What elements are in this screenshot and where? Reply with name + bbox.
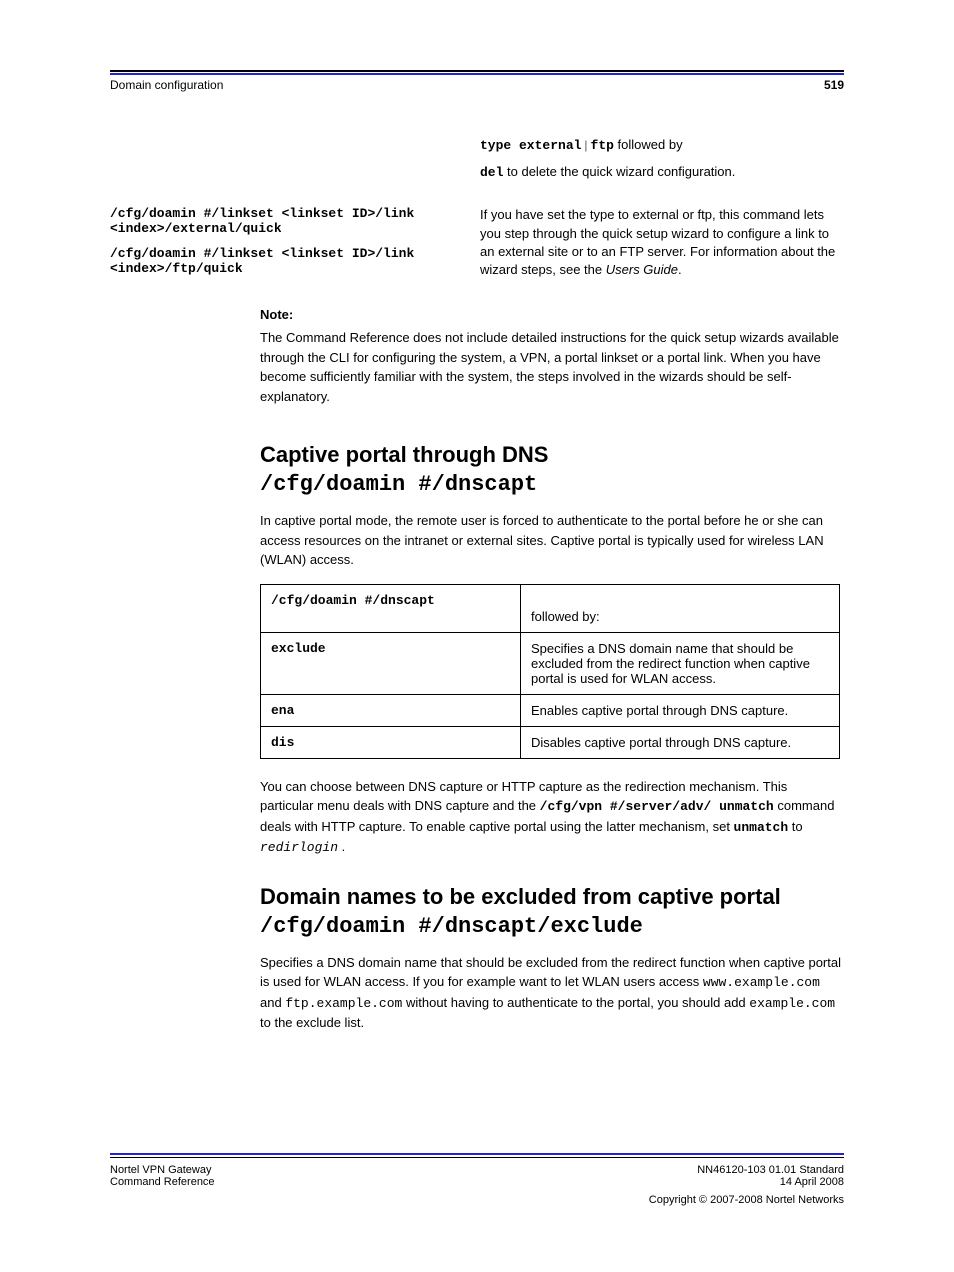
- table-header-cmd: /cfg/doamin #/dnscapt: [261, 584, 521, 632]
- note-title: Note:: [260, 307, 844, 322]
- cmd-del: del: [480, 165, 503, 180]
- table-desc-exclude: Specifies a DNS domain name that should …: [521, 632, 840, 694]
- quick-section: type external | ftp followed by del to d…: [110, 136, 844, 190]
- capture-methods-para: You can choose between DNS capture or HT…: [260, 777, 844, 858]
- footer: Nortel VPN Gateway NN46120-103 01.01 Sta…: [110, 1153, 844, 1206]
- excl-m1: www.example.com: [703, 975, 820, 990]
- quick-right-desc: If you have set the type to external or …: [480, 206, 844, 287]
- top-rule: [110, 70, 844, 72]
- quick-right-col: type external | ftp followed by del to d…: [480, 136, 844, 190]
- cap-mid2: to: [792, 819, 803, 834]
- dnscapt-table: /cfg/doamin #/dnscapt followed by: exclu…: [260, 584, 840, 759]
- quick-desc-ital: Users Guide: [606, 262, 678, 277]
- cmd-del-desc: to delete the quick wizard configuration…: [503, 164, 735, 179]
- cmd-ftp-quick: /cfg/doamin #/linkset <linkset ID>/link …: [110, 246, 450, 276]
- excl-m3: example.com: [749, 996, 835, 1011]
- quick-desc-para: If you have set the type to external or …: [480, 206, 844, 279]
- quick-left-cmds: /cfg/doamin #/linkset <linkset ID>/link …: [110, 206, 450, 287]
- cmd-type-suffix: ftp: [591, 138, 614, 153]
- table-header-desc: followed by:: [521, 584, 840, 632]
- dnscapt-para: In captive portal mode, the remote user …: [260, 511, 844, 570]
- cap-cmd2: unmatch: [734, 820, 789, 835]
- cap-cmd3: redirlogin: [260, 840, 338, 855]
- quick-del-line: del to delete the quick wizard configura…: [480, 163, 844, 182]
- page-header: Domain configuration 519: [110, 78, 844, 92]
- footer-right1: NN46120-103 01.01 Standard: [697, 1164, 844, 1176]
- cap-end: .: [342, 839, 346, 854]
- cap-cmd1: /cfg/vpn #/server/adv/ unmatch: [540, 799, 774, 814]
- note-block: Note: The Command Reference does not inc…: [260, 307, 844, 406]
- footer-line2: Command Reference 14 April 2008: [110, 1176, 844, 1188]
- dnscapt-heading: Captive portal through DNS /cfg/doamin #…: [260, 442, 844, 497]
- quick-left-col: [110, 136, 450, 190]
- footer-left2: Command Reference: [110, 1176, 215, 1188]
- table-desc-dis: Disables captive portal through DNS capt…: [521, 726, 840, 758]
- cmd-type-desc: followed by: [614, 137, 683, 152]
- excl-p2: and: [260, 995, 285, 1010]
- table-header-row: /cfg/doamin #/dnscapt followed by:: [261, 584, 840, 632]
- excl-m2: ftp.example.com: [285, 996, 402, 1011]
- exclude-cmd: /cfg/doamin #/dnscapt/exclude: [260, 914, 844, 939]
- exclude-title: Domain names to be excluded from captive…: [260, 884, 844, 910]
- note-body: The Command Reference does not include d…: [260, 328, 844, 406]
- header-left: Domain configuration: [110, 78, 223, 92]
- footer-rule-blue: [110, 1153, 844, 1155]
- header-right: 519: [824, 78, 844, 92]
- table-row: exclude Specifies a DNS domain name that…: [261, 632, 840, 694]
- dnscapt-title: Captive portal through DNS: [260, 442, 844, 468]
- table-cmd-dis: dis: [261, 726, 521, 758]
- table-desc-ena: Enables captive portal through DNS captu…: [521, 694, 840, 726]
- table-cmd-exclude: exclude: [261, 632, 521, 694]
- table-cmd-ena: ena: [261, 694, 521, 726]
- footer-rule-black: [110, 1157, 844, 1158]
- table-row: dis Disables captive portal through DNS …: [261, 726, 840, 758]
- quick-desc-end: .: [678, 262, 682, 277]
- quick-type-line: type external | ftp followed by: [480, 136, 844, 155]
- footer-left1: Nortel VPN Gateway: [110, 1164, 211, 1176]
- dnscapt-cmd: /cfg/doamin #/dnscapt: [260, 472, 844, 497]
- page-number: 519: [824, 78, 844, 92]
- footer-line1: Nortel VPN Gateway NN46120-103 01.01 Sta…: [110, 1164, 844, 1176]
- excl-p3: without having to authenticate to the po…: [406, 995, 749, 1010]
- quick-wizard-section: /cfg/doamin #/linkset <linkset ID>/link …: [110, 206, 844, 287]
- exclude-para: Specifies a DNS domain name that should …: [260, 953, 844, 1033]
- cmd-external-quick: /cfg/doamin #/linkset <linkset ID>/link …: [110, 206, 450, 236]
- table-header-desc-text: followed by:: [531, 609, 600, 624]
- footer-copyright: Copyright © 2007-2008 Nortel Networks: [649, 1194, 844, 1206]
- excl-p4: to the exclude list.: [260, 1015, 364, 1030]
- footer-right2: 14 April 2008: [780, 1176, 844, 1188]
- pipe: |: [581, 137, 590, 152]
- exclude-heading: Domain names to be excluded from captive…: [260, 884, 844, 939]
- table-row: ena Enables captive portal through DNS c…: [261, 694, 840, 726]
- cmd-type-prefix: type external: [480, 138, 581, 153]
